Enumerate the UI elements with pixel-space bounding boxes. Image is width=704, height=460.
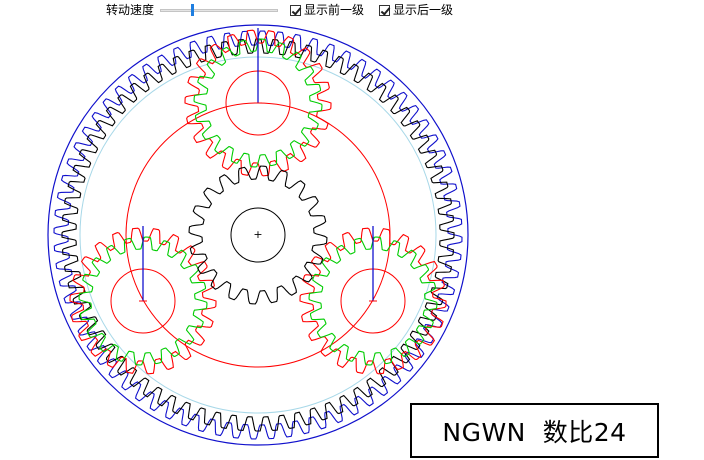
slider-thumb[interactable] (191, 4, 194, 16)
checkbox-icon[interactable] (290, 4, 302, 16)
show-back-stage-label: 显示后一级 (393, 3, 454, 17)
planet-gears (69, 28, 447, 375)
show-back-stage-checkbox[interactable]: 显示后一级 (379, 3, 453, 17)
gear-simulator-window: 转动速度 显示前一级 显示后一级 + NGWN 数比24 (0, 0, 704, 460)
ratio-label: NGWN 数比24 (442, 417, 627, 447)
sun-center-marker: + (253, 228, 262, 241)
checkmark-icon (291, 4, 302, 16)
checkmark-icon (380, 4, 391, 16)
slider-track[interactable] (160, 9, 278, 12)
toolbar: 转动速度 显示前一级 显示后一级 (0, 0, 704, 20)
ratio-label-box: NGWN 数比24 (410, 403, 659, 458)
gear-drawing-canvas: + (47, 24, 469, 446)
checkbox-icon[interactable] (379, 4, 391, 16)
rotation-speed-label: 转动速度 (106, 3, 155, 17)
rotation-speed-slider[interactable] (160, 3, 278, 17)
show-front-stage-label: 显示前一级 (304, 3, 365, 17)
show-front-stage-checkbox[interactable]: 显示前一级 (290, 3, 364, 17)
